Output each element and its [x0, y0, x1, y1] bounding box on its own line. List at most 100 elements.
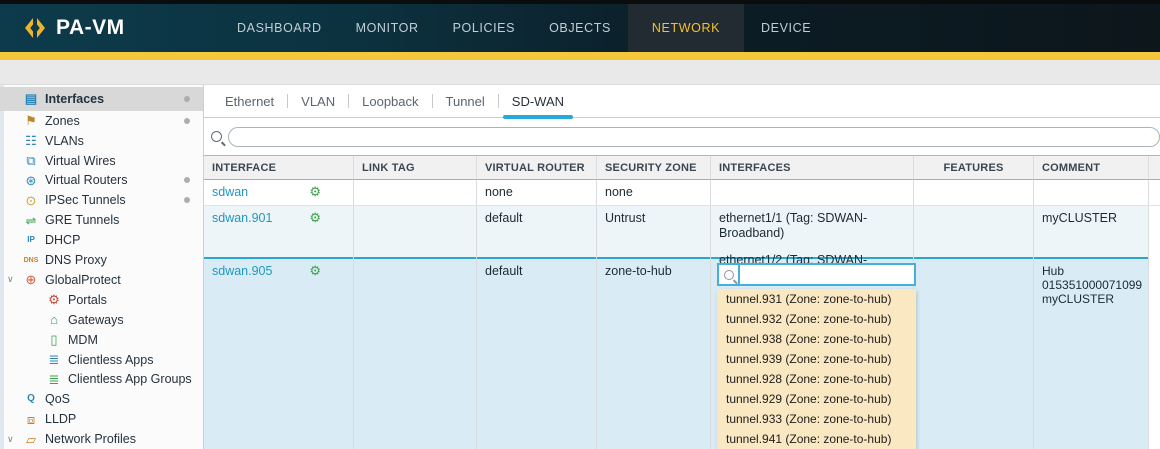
search-icon: [724, 270, 734, 280]
sidebar-item-vlans[interactable]: VLANs: [0, 131, 203, 151]
sidebar-item-label: VLANs: [45, 134, 84, 148]
sidebar-item-gre-tunnels[interactable]: GRE Tunnels: [0, 210, 203, 230]
sidebar-item-interfaces[interactable]: Interfaces: [0, 87, 203, 111]
interface-member: ethernet1/1 (Tag: SDWAN-Broadband): [719, 211, 905, 241]
cell-interfaces: [711, 180, 914, 205]
nav-item-policies[interactable]: POLICIES: [436, 4, 532, 52]
clientless-apps-icon: [45, 353, 63, 366]
interface-link[interactable]: sdwan.905: [212, 264, 272, 278]
virtual-wires-icon: [22, 154, 40, 167]
portals-icon: [45, 293, 63, 306]
interface-link[interactable]: sdwan.901: [212, 211, 272, 225]
dropdown-option[interactable]: tunnel.929 (Zone: zone-to-hub): [717, 389, 916, 409]
toolbar-band: [0, 60, 1160, 85]
cell-security-zone: none: [597, 180, 711, 205]
cell-overflow: [1149, 180, 1160, 205]
sdwan-gear-icon: ⚙: [309, 211, 321, 224]
dropdown-option[interactable]: tunnel.931 (Zone: zone-to-hub): [717, 289, 916, 309]
sidebar-item-label: GlobalProtect: [45, 273, 121, 287]
sidebar-item-dhcp[interactable]: DHCP: [0, 230, 203, 250]
column-header-interfaces[interactable]: INTERFACES: [711, 156, 914, 180]
interfaces-icon: [22, 92, 40, 105]
dropdown-option[interactable]: tunnel.932 (Zone: zone-to-hub): [717, 309, 916, 329]
sidebar-item-label: Virtual Wires: [45, 154, 116, 168]
dropdown-option[interactable]: tunnel.933 (Zone: zone-to-hub): [717, 409, 916, 429]
virtual-routers-icon: [22, 174, 40, 187]
tab-sdwan[interactable]: SD-WAN: [499, 85, 577, 117]
cell-overflow: [1149, 259, 1160, 449]
sdwan-gear-icon: ⚙: [309, 185, 321, 198]
sdwan-interfaces-table: INTERFACE LINK TAG VIRTUAL ROUTER SECURI…: [204, 155, 1160, 449]
pa-logo-icon: [22, 15, 48, 41]
sidebar-item-label: MDM: [68, 333, 98, 347]
tab-ethernet[interactable]: Ethernet: [212, 85, 287, 117]
nav-item-network[interactable]: NETWORK: [628, 4, 744, 52]
brand: PA-VM: [0, 4, 200, 52]
column-header-link-tag[interactable]: LINK TAG: [354, 156, 477, 180]
main-panel: Ethernet VLAN Loopback Tunnel SD-WAN INT…: [204, 85, 1160, 449]
column-header-virtual-router[interactable]: VIRTUAL ROUTER: [477, 156, 597, 180]
search-input[interactable]: [228, 127, 1160, 147]
sidebar-item-virtual-routers[interactable]: Virtual Routers: [0, 171, 203, 191]
interface-link[interactable]: sdwan: [212, 185, 248, 199]
top-navbar: PA-VM DASHBOARD MONITOR POLICIES OBJECTS…: [0, 4, 1160, 52]
sidebar-item-qos[interactable]: QoS: [0, 389, 203, 409]
network-profiles-icon: [22, 433, 40, 446]
nav-item-device[interactable]: DEVICE: [744, 4, 828, 52]
globalprotect-icon: [22, 273, 40, 286]
sidebar-item-globalprotect[interactable]: ∨ GlobalProtect: [0, 270, 203, 290]
chevron-down-icon[interactable]: ∨: [7, 434, 14, 445]
chevron-down-icon[interactable]: ∨: [7, 274, 14, 285]
sdwan-gear-icon: ⚙: [309, 264, 321, 277]
sidebar-item-label: QoS: [45, 392, 70, 406]
table-row[interactable]: sdwan.901 ⚙ default Untrust ethernet1/1 …: [204, 206, 1160, 257]
sidebar-item-label: Network Profiles: [45, 432, 136, 446]
brand-name: PA-VM: [56, 16, 125, 40]
cell-virtual-router: none: [477, 180, 597, 205]
sidebar-item-clientless-app-groups[interactable]: Clientless App Groups: [0, 369, 203, 389]
sidebar-item-ipsec-tunnels[interactable]: IPSec Tunnels: [0, 190, 203, 210]
dropdown-option[interactable]: tunnel.938 (Zone: zone-to-hub): [717, 329, 916, 349]
nav-item-dashboard[interactable]: DASHBOARD: [220, 4, 339, 52]
table-row-selected[interactable]: sdwan.905 ⚙ default zone-to-hub tunnel.9…: [204, 257, 1160, 449]
sidebar-item-label: Portals: [68, 293, 107, 307]
interfaces-filter-input[interactable]: [740, 263, 916, 286]
table-row[interactable]: sdwan ⚙ none none: [204, 180, 1160, 206]
sidebar-item-label: DNS Proxy: [45, 253, 107, 267]
sidebar-item-label: Clientless Apps: [68, 353, 153, 367]
search-icon: [211, 131, 222, 142]
cell-comment: [1034, 180, 1149, 205]
status-dot: [184, 118, 190, 124]
sidebar-item-mdm[interactable]: MDM: [0, 330, 203, 350]
sidebar-item-clientless-apps[interactable]: Clientless Apps: [0, 350, 203, 370]
sidebar-item-dns-proxy[interactable]: DNS Proxy: [0, 250, 203, 270]
tab-loopback[interactable]: Loopback: [349, 85, 431, 117]
dropdown-option[interactable]: tunnel.941 (Zone: zone-to-hub): [717, 429, 916, 449]
gateways-icon: [45, 313, 63, 326]
nav-item-objects[interactable]: OBJECTS: [532, 4, 628, 52]
sidebar-item-virtual-wires[interactable]: Virtual Wires: [0, 151, 203, 171]
dropdown-option[interactable]: tunnel.928 (Zone: zone-to-hub): [717, 369, 916, 389]
tab-vlan[interactable]: VLAN: [288, 85, 348, 117]
gre-tunnels-icon: [22, 214, 40, 227]
sidebar-item-network-profiles[interactable]: ∨ Network Profiles: [0, 429, 203, 449]
vlans-icon: [22, 134, 40, 147]
dropdown-option[interactable]: tunnel.939 (Zone: zone-to-hub): [717, 349, 916, 369]
column-header-security-zone[interactable]: SECURITY ZONE: [597, 156, 711, 180]
cell-interface: sdwan ⚙: [204, 180, 354, 205]
column-header-interface[interactable]: INTERFACE: [204, 156, 354, 180]
sidebar-item-label: Gateways: [68, 313, 124, 327]
sidebar-item-label: LLDP: [45, 412, 76, 426]
column-header-features[interactable]: FEATURES: [914, 156, 1034, 180]
nav-item-monitor[interactable]: MONITOR: [339, 4, 436, 52]
cell-comment: Hub 015351000071099 myCLUSTER: [1034, 259, 1149, 449]
sidebar-item-portals[interactable]: Portals: [0, 290, 203, 310]
sidebar-item-lldp[interactable]: LLDP: [0, 409, 203, 429]
status-dot: [184, 177, 190, 183]
tab-tunnel[interactable]: Tunnel: [433, 85, 498, 117]
zones-icon: [22, 114, 40, 127]
sidebar-item-gateways[interactable]: Gateways: [0, 310, 203, 330]
column-header-comment[interactable]: COMMENT: [1034, 156, 1149, 180]
sidebar: Interfaces Zones VLANs Virtual Wires Vir…: [0, 85, 204, 449]
sidebar-item-zones[interactable]: Zones: [0, 111, 203, 131]
